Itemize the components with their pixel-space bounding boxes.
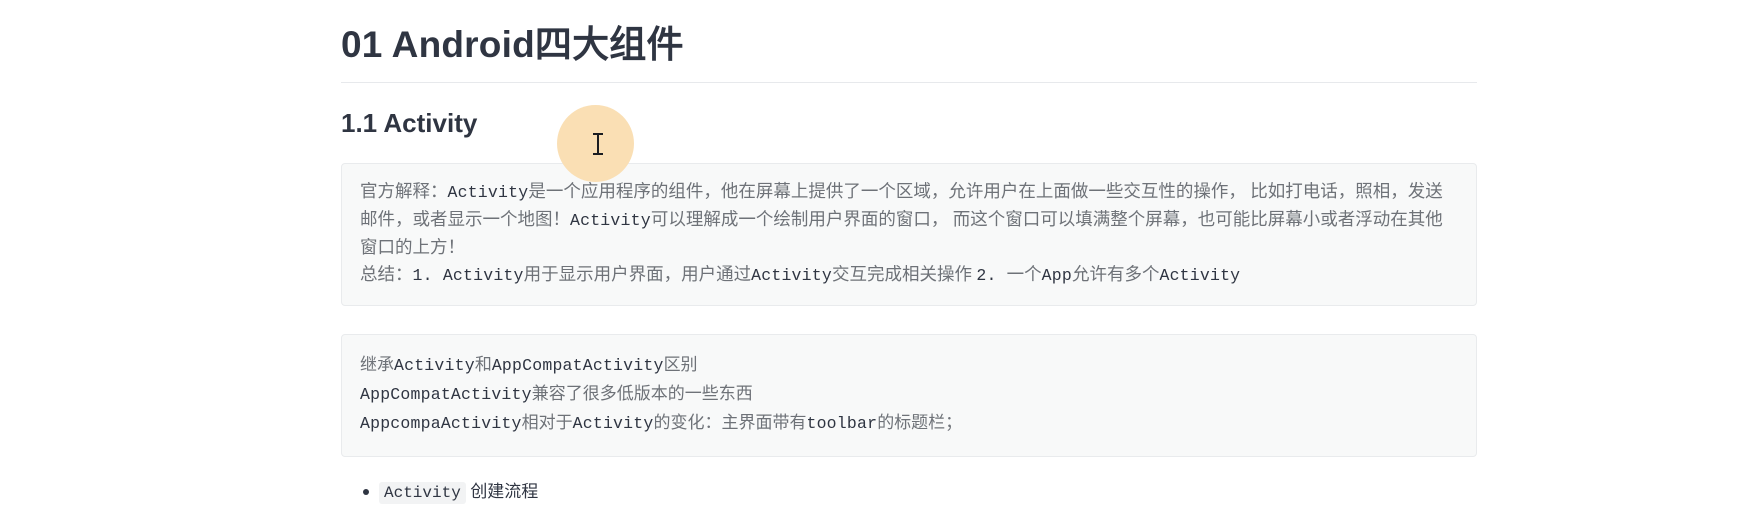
- inline-code-activity: Activity: [379, 482, 466, 505]
- note-list-number: 1.: [412, 266, 443, 286]
- note-block-official-explanation: 官方解释：Activity是一个应用程序的组件，他在屏幕上提供了一个区域，允许用…: [341, 163, 1477, 307]
- note-paragraph-inherit-3: AppcompaActivity相对于Activity的变化：主界面带有tool…: [360, 409, 1458, 438]
- note-code-activity: Activity: [570, 211, 651, 231]
- document-page: 01 Android四大组件 1.1 Activity 官方解释：Activit…: [0, 0, 1746, 532]
- list-item-label: 创建流程: [470, 482, 539, 503]
- note-text-segment: 总结：: [360, 264, 413, 285]
- note-code-app: App: [1041, 266, 1072, 286]
- note-code-appcompaactivity: AppcompaActivity: [360, 414, 522, 434]
- page-title: 01 Android四大组件: [341, 0, 1477, 84]
- note-code-appcompatactivity: AppCompatActivity: [360, 385, 532, 405]
- note-paragraph-official: 官方解释：Activity是一个应用程序的组件，他在屏幕上提供了一个区域，允许用…: [360, 178, 1458, 261]
- note-text-segment: 的标题栏；: [877, 413, 963, 433]
- note-text-segment: 相对于: [521, 413, 573, 433]
- section-heading-activity: 1.1 Activity: [341, 108, 478, 139]
- note-list-number: 2.: [976, 266, 1007, 286]
- note-text-segment: 兼容了很多低版本的一些东西: [531, 384, 753, 404]
- note-block-inheritance-difference: 继承Activity和AppCompatActivity区别 AppCompat…: [341, 334, 1477, 458]
- note-text-segment: 可以理解成一个绘制用户界面的窗口，: [650, 209, 949, 230]
- note-text-segment: 是一个应用程序的组件，他在屏幕上提供了一个区域，允许用户在上面做一些交互性的操作…: [528, 181, 1246, 202]
- note-code-toolbar: toolbar: [806, 414, 878, 434]
- note-code-activity: Activity: [1159, 266, 1241, 286]
- bullet-list: Activity 创建流程: [341, 477, 1477, 507]
- document-content: 01 Android四大组件 1.1 Activity 官方解释：Activit…: [341, 0, 1477, 507]
- note-text-segment: 区别: [663, 355, 698, 375]
- note-code-activity: Activity: [751, 266, 832, 286]
- note-code-activity: Activity: [394, 356, 475, 376]
- note-code-activity: Activity: [572, 414, 654, 434]
- note-text-segment: 和: [474, 355, 492, 375]
- list-item: Activity 创建流程: [363, 477, 1477, 507]
- note-text-segment: 用于显示用户界面，用户通过: [523, 264, 752, 285]
- note-text-segment: 继承: [360, 355, 394, 375]
- note-code-appcompatactivity: AppCompatActivity: [491, 356, 664, 376]
- note-code-activity: Activity: [442, 266, 524, 286]
- note-text-segment: 交互完成相关操作: [831, 264, 977, 285]
- note-paragraph-inherit-1: 继承Activity和AppCompatActivity区别: [360, 351, 1458, 380]
- note-code-activity: Activity: [447, 183, 529, 203]
- note-paragraph-inherit-2: AppCompatActivity兼容了很多低版本的一些东西: [360, 380, 1458, 409]
- note-text-segment: 允许有多个: [1071, 264, 1160, 285]
- note-text-segment: 的变化：主界面带有: [653, 413, 807, 433]
- note-text-segment: 官方解释：: [360, 181, 448, 202]
- note-text-segment: 一个: [1006, 264, 1042, 285]
- note-paragraph-summary: 总结：1. Activity用于显示用户界面，用户通过Activity交互完成相…: [360, 261, 1458, 289]
